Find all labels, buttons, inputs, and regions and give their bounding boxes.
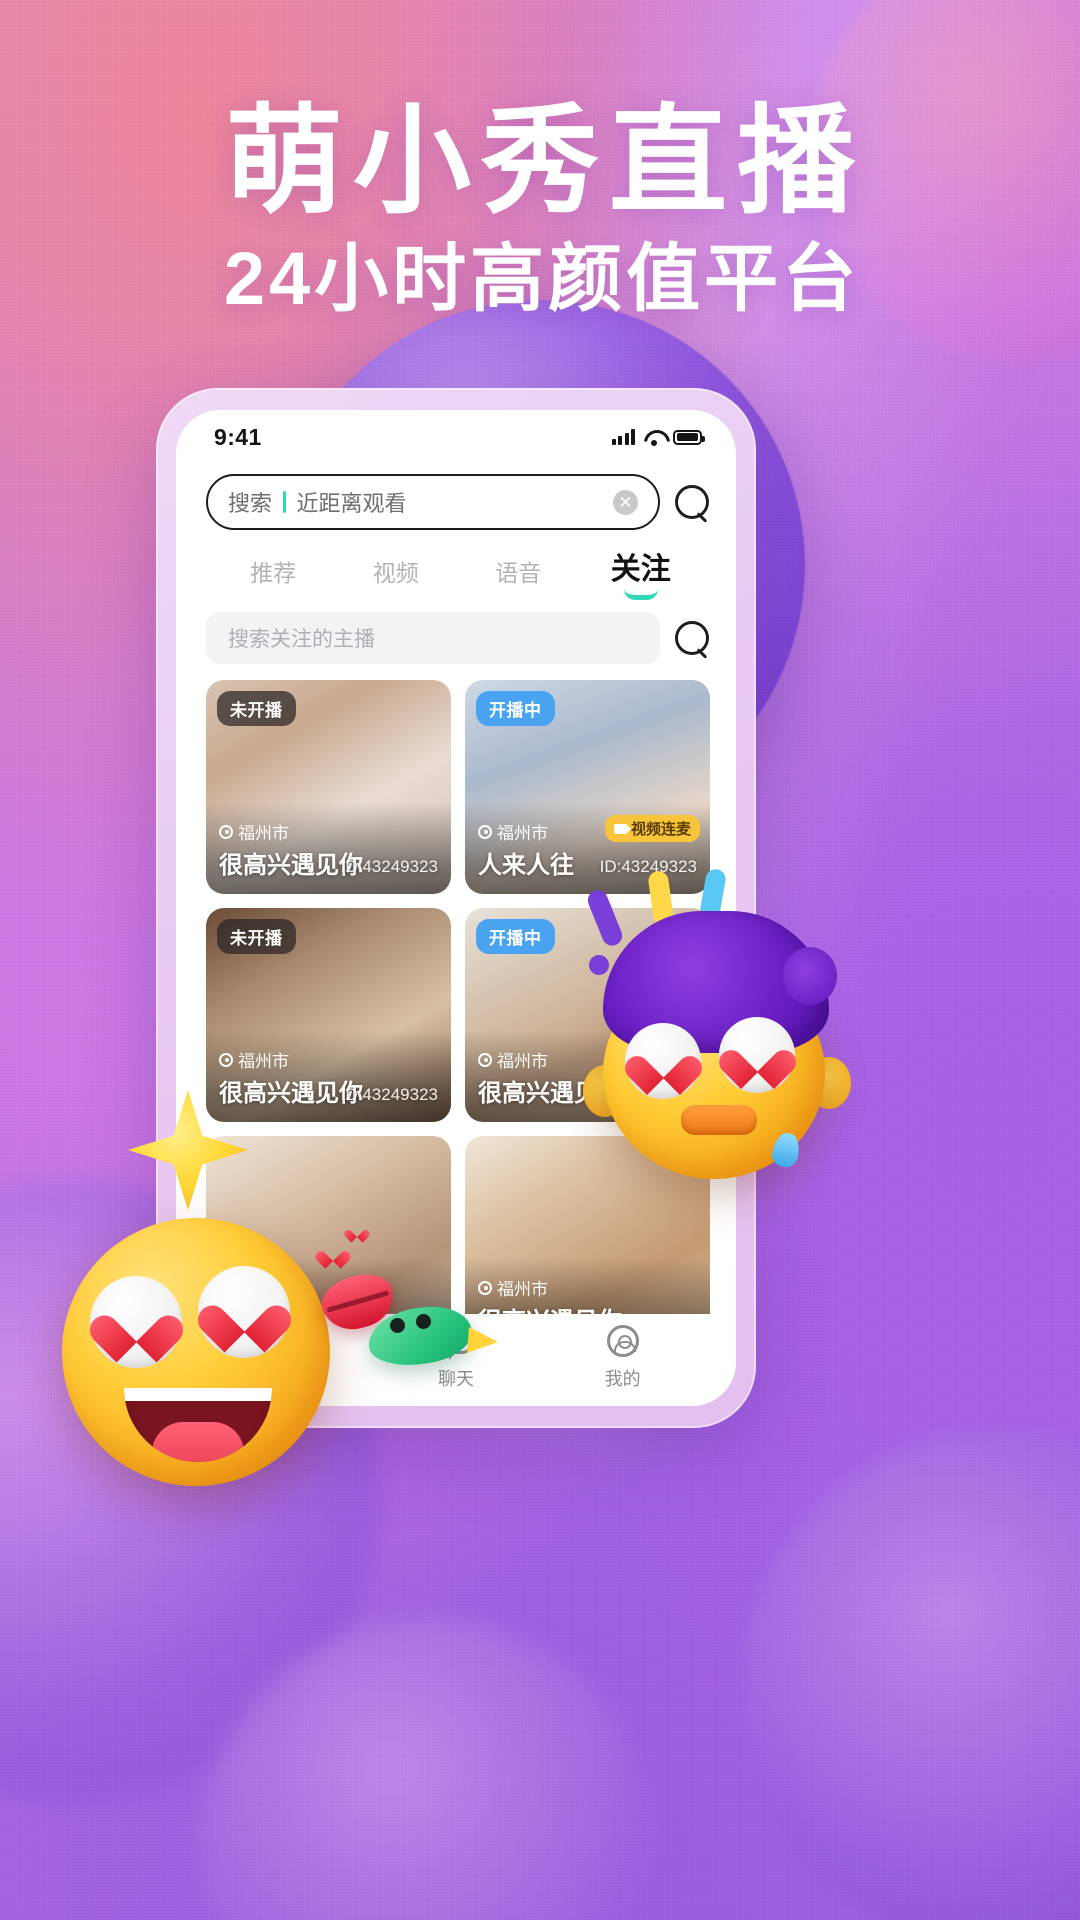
search-divider [283,491,286,513]
search-label: 搜索 [228,491,273,516]
exclamation-dot-purple [585,951,613,979]
card-name: 人来人往 [478,852,574,879]
top-search-row: 搜索 近距离观看 ✕ [176,464,736,530]
card-location-label: 福州市 [497,1052,548,1071]
location-pin-icon [219,824,233,839]
boy-heart-eyes-emoji [583,867,851,1197]
video-mic-tag-label: 视频连麦 [630,821,691,838]
tab-follow-label: 关注 [610,553,671,586]
bird-eye-left [390,1318,405,1333]
streamer-card[interactable]: 开播中 视频连麦 福州市 人来人往 ID:43249323 [465,680,710,894]
emoji-eye-left [625,1023,701,1099]
search-input[interactable]: 搜索 近距离观看 ✕ [206,474,660,530]
category-tabs: 推荐 视频 语音 关注 [176,530,736,600]
emoji-mouth [681,1105,757,1135]
status-badge: 开播中 [476,919,555,954]
tab-follow[interactable]: 关注 [580,544,703,600]
card-location: 福州市 [478,1275,548,1300]
card-id: ID:43249323 [599,857,697,876]
follow-search-icon[interactable] [674,620,710,656]
location-pin-icon [478,1052,492,1067]
bird-eye-right [416,1314,431,1329]
hero-title: 萌小秀直播 [224,96,865,228]
bird-beak [467,1326,499,1356]
card-id: ID:43249323 [340,1085,438,1104]
hero-subtitle: 24小时高颜值平台 [223,237,861,321]
status-bar-time: 9:41 [214,423,262,450]
follow-search-row: 搜索关注的主播 [176,600,736,664]
status-bar-indicators [611,429,705,446]
card-location: 福州市 [478,1047,548,1072]
clear-circle-icon[interactable]: ✕ [613,489,638,515]
card-location: 福州市 [478,819,548,844]
mini-heart [322,1244,344,1264]
mini-heart [349,1225,365,1239]
status-badge: 开播中 [476,691,555,726]
nav-item-profile-label: 我的 [604,1369,641,1389]
location-pin-icon [219,1052,233,1067]
card-location-label: 福州市 [238,1052,289,1071]
emoji-eye-left [90,1276,182,1368]
emoji-eye-right [719,1017,795,1093]
sparkle-star [128,1090,248,1210]
tab-video[interactable]: 视频 [335,554,458,600]
tab-video-label: 视频 [372,560,419,586]
follow-search-input[interactable]: 搜索关注的主播 [206,612,660,664]
card-id: ID:43249323 [340,857,438,876]
card-location-label: 福州市 [238,824,289,843]
card-location: 福州市 [219,819,289,844]
search-icon[interactable] [674,484,710,520]
user-profile-icon [604,1321,642,1359]
streamer-card[interactable]: 未开播 福州市 很高兴遇见你 ID:43249323 [206,680,451,894]
wifi-icon [644,430,664,446]
status-bar: 9:41 [176,410,736,464]
location-pin-icon [478,824,492,839]
search-value: 近距离观看 [296,491,407,516]
nav-item-profile[interactable]: 我的 [563,1321,683,1391]
video-mic-tag: 视频连麦 [604,815,700,842]
emoji-eye-right [198,1266,290,1358]
card-location-label: 福州市 [497,1280,548,1299]
card-location: 福州市 [219,1047,289,1072]
tab-voice-label: 语音 [495,560,542,586]
status-badge: 未开播 [217,919,296,954]
green-bird [364,1300,499,1372]
camera-icon [613,823,631,834]
follow-search-placeholder: 搜索关注的主播 [228,628,375,651]
tab-active-indicator [623,589,658,600]
card-location-label: 福州市 [497,824,548,843]
hero-headline: 萌小秀直播 24小时高颜值平台 [0,96,1080,321]
location-pin-icon [478,1280,492,1295]
tab-recommend[interactable]: 推荐 [212,554,335,600]
heart-eyes-emoji [62,1218,330,1486]
tab-voice[interactable]: 语音 [457,554,580,600]
cellular-signal-icon [611,429,635,445]
status-badge: 未开播 [217,691,296,726]
tab-recommend-label: 推荐 [250,560,297,586]
battery-icon [673,429,705,445]
